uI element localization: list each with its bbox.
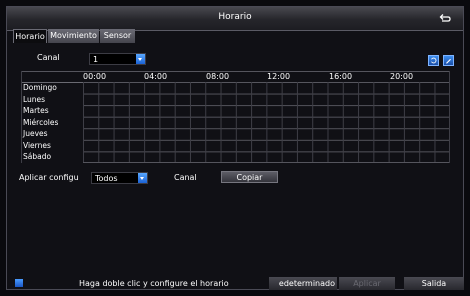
copy-button[interactable]: Copiar <box>221 171 278 183</box>
day-label: Viernes <box>23 140 51 150</box>
default-button[interactable]: edeterminado <box>269 277 337 290</box>
day-label: Domingo <box>23 83 57 92</box>
back-icon[interactable] <box>438 11 452 25</box>
apply-config-value: Todos <box>95 174 118 183</box>
schedule-grid: 00:00 04:00 08:00 12:00 16:00 20:00 Domi… <box>21 71 450 163</box>
tab-sensor[interactable]: Sensor <box>100 29 135 43</box>
tab-movimiento[interactable]: Movimiento <box>48 29 99 43</box>
hour-label: 16:00 <box>329 72 353 81</box>
day-label: Lunes <box>23 94 46 104</box>
apply-channel-label: Canal <box>174 173 197 182</box>
tab-horario[interactable]: Horario <box>13 29 47 43</box>
hour-label: 20:00 <box>390 72 414 81</box>
grid-right-border <box>449 71 450 163</box>
apply-button[interactable]: Aplicar <box>339 277 395 290</box>
hour-label: 08:00 <box>206 72 230 81</box>
schedule-cells[interactable] <box>83 82 450 163</box>
grid-left-border <box>21 71 22 163</box>
day-label: Miércoles <box>23 117 59 127</box>
hour-label: 00:00 <box>83 72 107 81</box>
bottom-bar: Haga doble clic y configure el horario e… <box>6 277 464 290</box>
day-label: Martes <box>23 106 49 115</box>
apply-config-select[interactable]: Todos <box>91 172 148 184</box>
chevron-down-icon <box>136 54 145 64</box>
apply-config-label: Aplicar configu <box>19 173 79 182</box>
channel-select[interactable]: 1 <box>89 53 146 65</box>
day-label: Sábado <box>23 152 52 161</box>
hint-text: Haga doble clic y configure el horario <box>79 279 229 288</box>
grid-top-border <box>21 71 450 72</box>
hour-label: 12:00 <box>267 72 291 81</box>
hour-label: 04:00 <box>144 72 168 81</box>
chevron-down-icon <box>138 173 147 183</box>
title-bar: Horario <box>7 7 463 31</box>
channel-select-value: 1 <box>93 55 99 64</box>
window-title: Horario <box>218 12 252 22</box>
channel-label: Canal <box>37 53 60 62</box>
edit-icon[interactable] <box>443 55 454 66</box>
exit-button[interactable]: Salida <box>404 277 464 290</box>
info-icon <box>15 279 23 287</box>
day-label: Jueves <box>23 129 48 138</box>
refresh-icon[interactable] <box>428 55 439 66</box>
day-column: Domingo Lunes Martes Miércoles Jueves Vi… <box>21 82 84 163</box>
